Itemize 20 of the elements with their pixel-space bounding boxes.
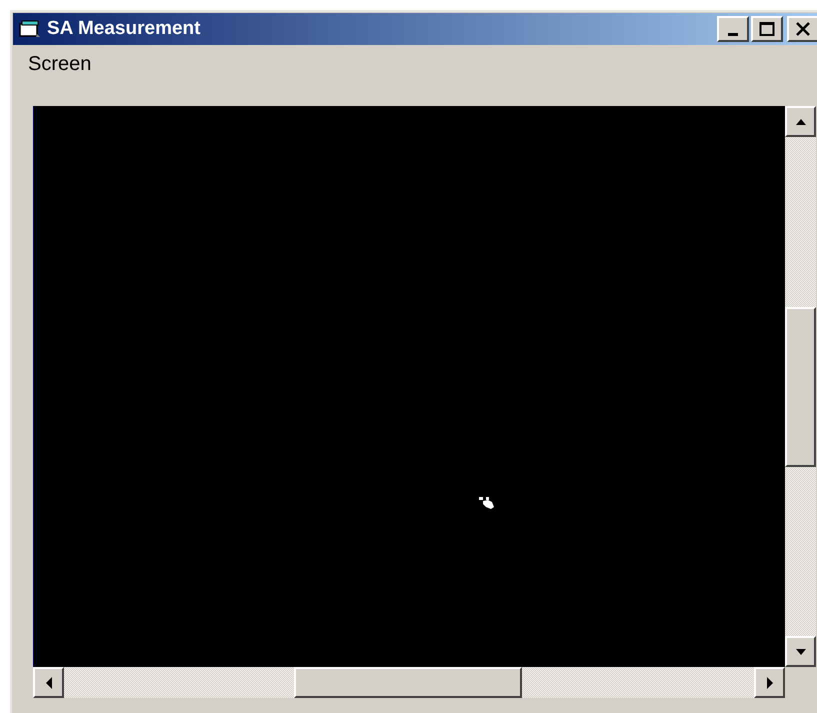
scroll-down-button[interactable] (785, 636, 816, 667)
down-arrow-icon (796, 648, 806, 656)
close-button[interactable] (787, 16, 817, 42)
window-icon (19, 20, 41, 38)
scroll-right-button[interactable] (754, 667, 785, 698)
minimize-button[interactable] (717, 16, 749, 42)
menu-item[interactable]: Screen (26, 49, 94, 79)
scroll-left-button[interactable] (33, 667, 64, 698)
close-icon (795, 21, 811, 37)
maximize-button[interactable] (751, 16, 783, 42)
scroll-up-button[interactable] (785, 106, 816, 137)
right-arrow-icon (766, 676, 774, 688)
minimize-icon (728, 32, 738, 36)
window-title: SA Measurement (47, 16, 200, 41)
horizontal-scroll-thumb[interactable] (294, 667, 522, 698)
up-arrow-icon (796, 118, 806, 126)
left-arrow-icon (44, 676, 52, 688)
vertical-scroll-thumb[interactable] (785, 307, 816, 467)
bright-spot (478, 495, 496, 511)
maximize-icon (759, 21, 775, 37)
